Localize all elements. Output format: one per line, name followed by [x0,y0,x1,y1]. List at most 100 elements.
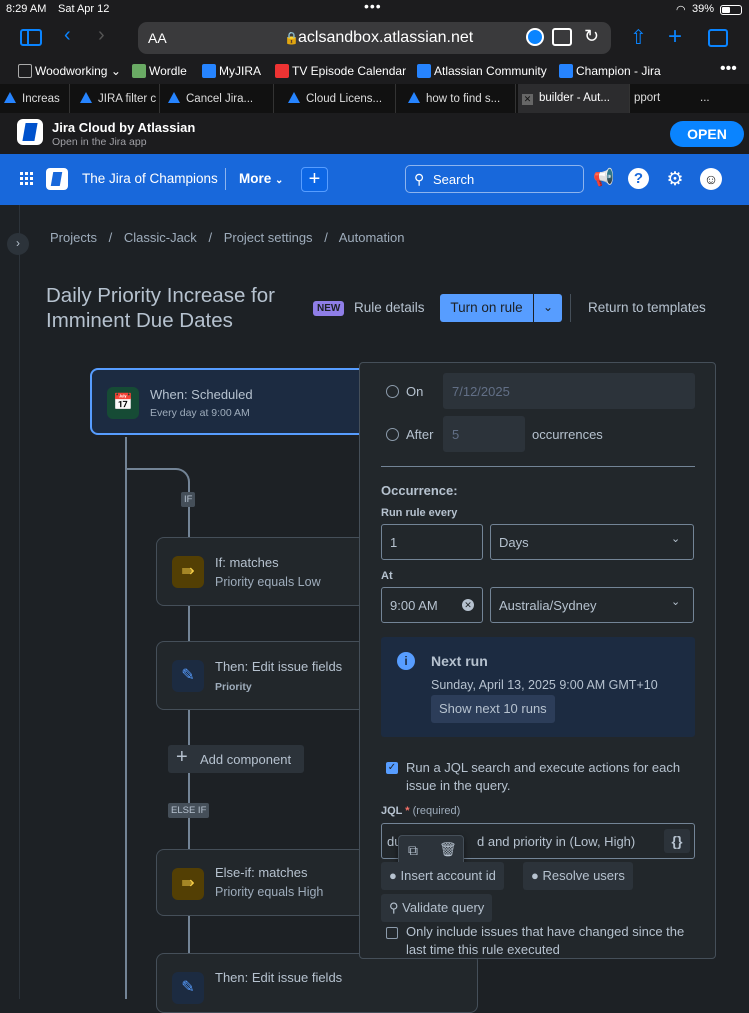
expand-sidebar-icon[interactable]: › [7,233,29,255]
trash-icon[interactable]: 🗑 [439,841,457,858]
search-input[interactable]: ⚲ Search [405,165,584,193]
password-extension-icon[interactable] [526,28,544,46]
search-icon: ⚲ [414,171,425,187]
status-date: Sat Apr 12 [58,3,110,15]
tab-7[interactable]: pport [630,84,694,113]
search-placeholder: Search [433,172,475,187]
turn-on-rule-button[interactable]: Turn on rule [440,294,533,322]
tab-3[interactable]: Cancel Jira... [164,84,274,113]
trigger-subtitle: Every day at 9:00 AM [150,407,250,419]
site-logo-icon[interactable] [46,168,68,190]
app-switcher-icon[interactable] [20,172,34,186]
smart-values-icon[interactable]: {} [664,829,690,853]
trigger-card[interactable]: 📅 When: Scheduled Every day at 9:00 AM [90,368,370,435]
plus-icon: + [176,746,188,768]
insert-account-id-button[interactable]: ● Insert account id [381,862,504,890]
reader-aa[interactable]: AA [148,30,167,46]
occurrences-input[interactable]: 5 [443,416,525,452]
bookmark-champion-jira[interactable]: Champion - Jira [559,64,661,78]
url-text[interactable]: aclsandbox.atlassian.net [298,29,473,47]
help-icon[interactable]: ? [628,168,649,189]
jql-checkbox[interactable]: ✓ [386,762,398,774]
if-label: IF [181,492,196,507]
after-occurrences-radio[interactable] [386,428,399,441]
atlassian-icon [417,64,431,78]
chevron-down-icon: ⌄ [671,596,681,608]
create-button[interactable]: + [301,167,328,192]
next-run-value: Sunday, April 13, 2025 9:00 AM GMT+10 [431,678,658,692]
multitask-dots-icon[interactable]: ••• [364,0,382,14]
action-card-2[interactable]: ✎ Then: Edit issue fields [156,953,478,1013]
breadcrumb-automation[interactable]: Automation [339,230,405,245]
open-app-button[interactable]: OPEN [670,121,744,147]
add-component-button[interactable]: + Add component [168,745,304,773]
bookmark-tv-calendar[interactable]: TV Episode Calendar [275,64,406,78]
status-time: 8:29 AM [6,3,47,15]
else-if-condition-card[interactable]: ⇛ Else-if: matches Priority equals High [156,849,366,916]
ios-status-bar: 8:29 AM Sat Apr 12 ••• ◠ 39% [0,0,749,20]
tab-active[interactable]: ✕ builder - Aut... [518,84,630,113]
if-condition-card[interactable]: ⇛ If: matches Priority equals Low [156,537,366,606]
rule-details-link[interactable]: Rule details [354,300,425,315]
timezone-select[interactable]: Australia/Sydney ⌄ [490,587,694,623]
action-title: Then: Edit issue fields [215,659,343,674]
banner-title: Jira Cloud by Atlassian [52,120,196,135]
site-name[interactable]: The Jira of Champions [82,171,218,186]
if-condition-title: If: matches [215,555,279,570]
on-label: On [406,384,424,399]
search-icon: ⚲ [389,900,399,915]
tab-4[interactable]: Cloud Licens... [284,84,396,113]
trigger-title: When: Scheduled [150,387,253,402]
run-every-label: Run rule every [381,507,458,519]
bookmark-myjira[interactable]: MyJIRA [202,64,261,78]
sidebar-icon[interactable] [20,29,42,46]
copy-icon[interactable]: ⧉ [408,842,418,859]
tab-1[interactable]: Increas [0,84,70,113]
branch-icon: ⇛ [172,868,204,900]
time-input[interactable]: 9:00 AM ✕ [381,587,483,623]
share-icon[interactable]: ⇧ [630,25,647,50]
only-changed-checkbox[interactable] [386,927,398,939]
bookmark-atlassian-community[interactable]: Atlassian Community [417,64,547,78]
bookmark-woodworking[interactable]: Woodworking ⌄ [18,64,121,78]
tab-strip: Increas JIRA filter c Cancel Jira... Clo… [0,84,749,113]
validate-query-button[interactable]: ⚲ Validate query [381,894,493,922]
new-tab-icon[interactable]: + [668,23,682,51]
turn-on-dropdown-chevron-icon[interactable]: ⌄ [534,294,562,322]
tab-5[interactable]: how to find s... [404,84,516,113]
forward-icon[interactable]: › [98,24,105,47]
breadcrumb-classic-jack[interactable]: Classic-Jack [124,230,197,245]
at-label: At [381,570,393,582]
page-title[interactable]: Daily Priority Increase for Imminent Due… [46,283,306,333]
breadcrumb-projects[interactable]: Projects [50,230,97,245]
notifications-icon[interactable]: 📢 [593,168,615,190]
more-menu[interactable]: More ⌄ [239,171,283,186]
divider [570,294,571,322]
action-subtitle: Priority [215,681,252,693]
return-to-templates-button[interactable]: Return to templates [588,300,706,315]
on-date-radio[interactable] [386,385,399,398]
tab-overflow[interactable]: ... [696,84,749,113]
tab-2[interactable]: JIRA filter c [76,84,160,113]
bookmark-wordle[interactable]: Wordle [132,64,187,78]
show-next-runs-button[interactable]: Show next 10 runs [431,695,555,723]
resolve-users-button[interactable]: ● Resolve users [523,862,633,890]
action-card-1[interactable]: ✎ Then: Edit issue fields Priority [156,641,366,710]
settings-icon[interactable]: ⚙ [664,168,686,190]
breadcrumb-separator: / [324,230,328,245]
interval-unit-select[interactable]: Days ⌄ [490,524,694,560]
back-icon[interactable]: ‹ [64,24,71,47]
reload-icon[interactable]: ↻ [584,26,599,47]
close-tab-icon[interactable]: ✕ [522,94,533,105]
extension-icon[interactable] [552,28,572,46]
address-bar[interactable]: AA 🔒 aclsandbox.atlassian.net ↻ [138,22,611,54]
clear-icon[interactable]: ✕ [462,599,474,611]
else-if-subtitle: Priority equals High [215,885,324,899]
tabs-overview-icon[interactable] [708,29,728,47]
breadcrumb-project-settings[interactable]: Project settings [224,230,313,245]
divider [225,168,226,190]
more-bookmarks-icon[interactable]: ••• [720,60,737,78]
interval-input[interactable]: 1 [381,524,483,560]
end-date-input[interactable]: 7/12/2025 [443,373,695,409]
avatar[interactable]: ☺ [700,168,722,190]
